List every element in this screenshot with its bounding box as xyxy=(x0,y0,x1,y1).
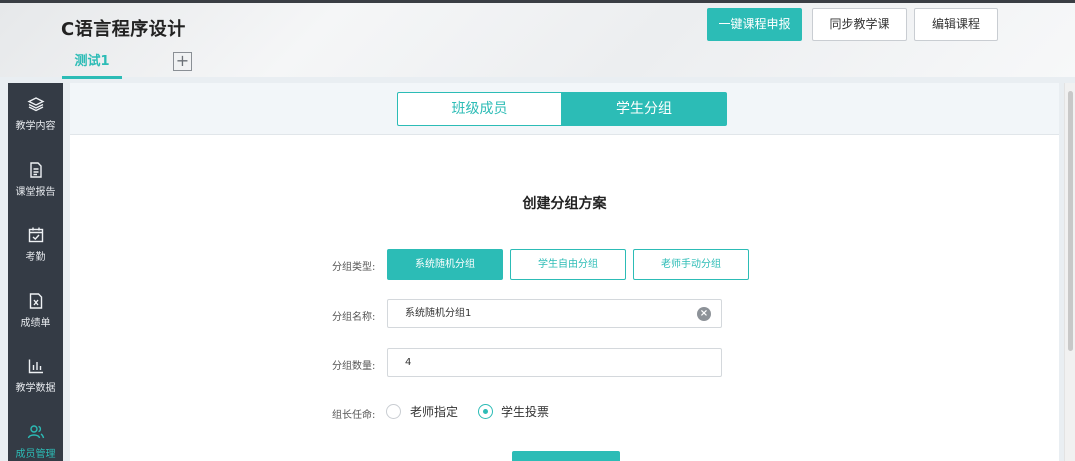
sidebar-item-gradebook[interactable]: 成绩单 xyxy=(8,280,63,342)
calendar-check-icon xyxy=(28,227,43,243)
course-title: C语言程序设计 xyxy=(61,19,186,40)
sidebar: 教学内容 课堂报告 考勤 成绩单 教学数据 成员管理 xyxy=(8,83,63,461)
grade-sheet-icon xyxy=(29,293,42,309)
create-group-button[interactable] xyxy=(512,451,620,461)
group-count-field[interactable]: 4 xyxy=(387,348,722,377)
sidebar-item-attendance[interactable]: 考勤 xyxy=(8,214,63,276)
student-vote-radio-label[interactable]: 学生投票 xyxy=(501,403,549,420)
document-icon xyxy=(29,162,42,178)
sidebar-item-label: 教学数据 xyxy=(15,383,56,394)
group-count-label: 分组数量: xyxy=(332,361,376,372)
tab-test1[interactable]: 测试1 xyxy=(62,53,122,79)
group-type-label: 分组类型: xyxy=(332,262,376,273)
vertical-scrollbar[interactable] xyxy=(1064,83,1075,461)
sidebar-item-teaching-content[interactable]: 教学内容 xyxy=(8,83,63,145)
system-random-group-button[interactable]: 系统随机分组 xyxy=(387,249,503,280)
bar-chart-icon xyxy=(28,359,43,374)
users-icon xyxy=(27,425,44,439)
teacher-assign-radio[interactable] xyxy=(386,404,401,419)
sidebar-item-label: 考勤 xyxy=(25,252,46,263)
view-switch-bar: 班级成员 学生分组 xyxy=(70,83,1059,135)
sidebar-item-teaching-data[interactable]: 教学数据 xyxy=(8,345,63,407)
sidebar-item-label: 课堂报告 xyxy=(15,187,56,198)
group-name-field[interactable]: 系统随机分组1 xyxy=(387,299,722,328)
tab-student-groups[interactable]: 学生分组 xyxy=(561,92,727,126)
add-tab-button[interactable]: + xyxy=(173,52,192,71)
main-content: 班级成员 学生分组 创建分组方案 分组类型: 系统随机分组 学生自由分组 老师手… xyxy=(70,83,1059,461)
scrollbar-thumb[interactable] xyxy=(1068,91,1073,351)
student-vote-radio[interactable] xyxy=(478,404,493,419)
teacher-manual-group-button[interactable]: 老师手动分组 xyxy=(633,249,749,280)
course-header: C语言程序设计 测试1 + 一键课程申报 同步教学课 编辑课程 xyxy=(0,3,1075,79)
clear-icon[interactable]: × xyxy=(697,307,711,321)
edit-course-button[interactable]: 编辑课程 xyxy=(914,8,998,41)
sidebar-item-member-management[interactable]: 成员管理 xyxy=(8,411,63,461)
leader-appointment-label: 组长任命: xyxy=(332,410,376,421)
sidebar-item-label: 成绩单 xyxy=(20,318,51,329)
tab-class-members[interactable]: 班级成员 xyxy=(397,92,562,126)
app-window: C语言程序设计 测试1 + 一键课程申报 同步教学课 编辑课程 教学内容 课堂报… xyxy=(0,0,1075,461)
sync-class-button[interactable]: 同步教学课 xyxy=(812,8,907,41)
student-free-group-button[interactable]: 学生自由分组 xyxy=(510,249,626,280)
sidebar-item-label: 教学内容 xyxy=(15,121,56,132)
teacher-assign-radio-label[interactable]: 老师指定 xyxy=(410,403,458,420)
course-declare-button[interactable]: 一键课程申报 xyxy=(707,8,802,41)
group-name-label: 分组名称: xyxy=(332,312,376,323)
layers-icon xyxy=(26,97,45,112)
sidebar-item-label: 成员管理 xyxy=(15,449,56,460)
form-title: 创建分组方案 xyxy=(522,196,607,212)
sidebar-item-class-report[interactable]: 课堂报告 xyxy=(8,149,63,211)
